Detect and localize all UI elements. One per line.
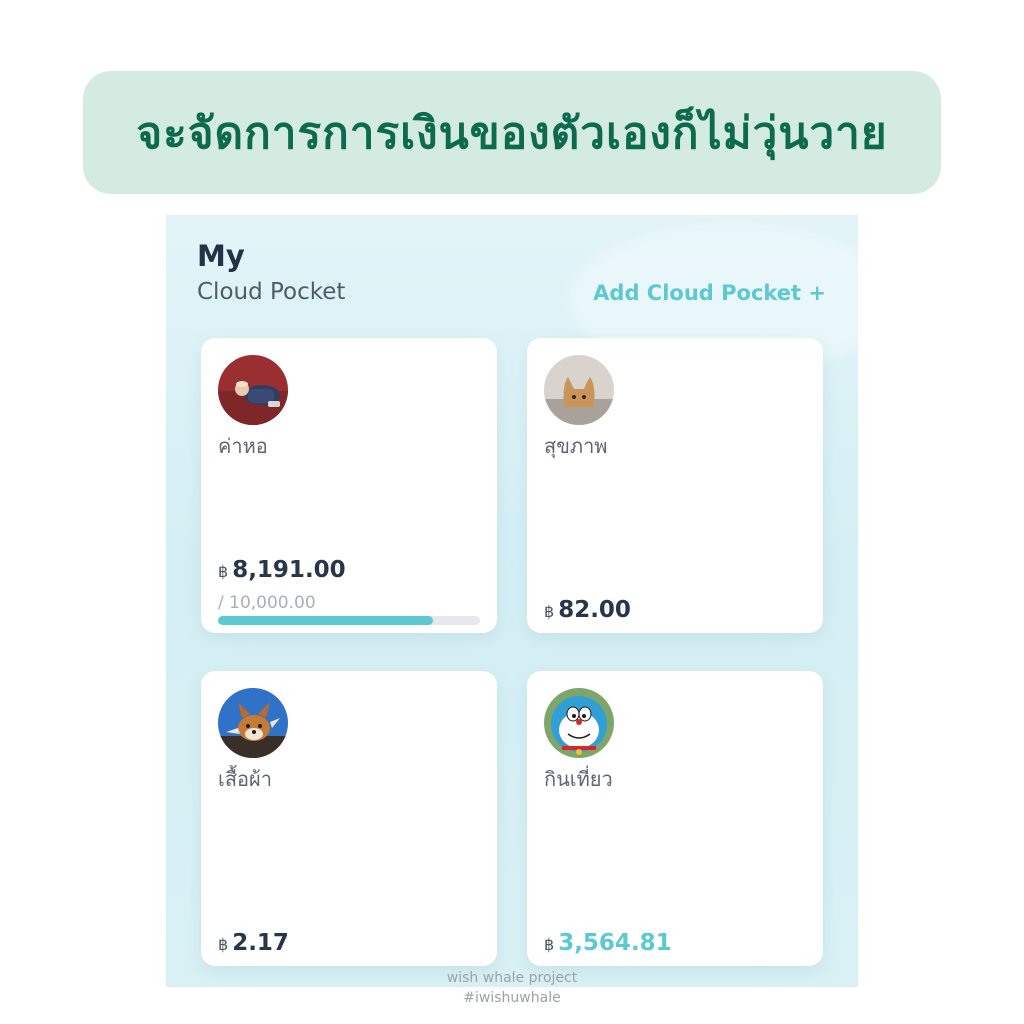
- pocket-name: ค่าหอ: [218, 434, 268, 458]
- pocket-amount-value: 3,564.81: [558, 930, 672, 956]
- pocket-avatar-plush: [544, 355, 614, 425]
- pocket-amount: ฿ 2.17: [218, 930, 289, 956]
- currency-symbol: ฿: [218, 935, 229, 954]
- watermark-hashtag: #iwishuwhale: [463, 990, 561, 1006]
- pocket-amount-value: 8,191.00: [232, 557, 346, 583]
- banner-title: จะจัดการการเงินของตัวเองก็ไม่วุ่นวาย: [136, 107, 888, 159]
- pocket-card-clothes[interactable]: เสื้อผ้า ฿ 2.17: [201, 671, 497, 966]
- page-title: My: [197, 239, 245, 273]
- currency-symbol: ฿: [544, 602, 555, 621]
- pocket-avatar-doraemon: [544, 688, 614, 758]
- add-cloud-pocket-button[interactable]: Add Cloud Pocket +: [593, 281, 826, 305]
- page-subtitle: Cloud Pocket: [197, 279, 346, 305]
- pocket-amount: ฿ 3,564.81: [544, 930, 672, 956]
- pocket-card-food-travel[interactable]: กินเที่ยว ฿ 3,564.81: [527, 671, 823, 966]
- pocket-amount-value: 2.17: [232, 930, 289, 956]
- pocket-avatar-dog: [218, 688, 288, 758]
- pocket-amount: ฿ 82.00: [544, 597, 631, 623]
- pocket-name: เสื้อผ้า: [218, 767, 273, 791]
- pocket-card-health[interactable]: สุขภาพ ฿ 82.00: [527, 338, 823, 633]
- pocket-amount-value: 82.00: [558, 597, 631, 623]
- pocket-card-dorm[interactable]: ค่าหอ ฿ 8,191.00 / 10,000.00: [201, 338, 497, 633]
- pocket-amount: ฿ 8,191.00: [218, 557, 346, 583]
- pocket-name: กินเที่ยว: [544, 767, 613, 791]
- watermark-project: wish whale project: [446, 970, 578, 986]
- currency-symbol: ฿: [218, 562, 229, 581]
- pocket-avatar-person: [218, 355, 288, 425]
- currency-symbol: ฿: [544, 935, 555, 954]
- pocket-goal: / 10,000.00: [218, 593, 316, 613]
- pocket-progress-bar: [218, 616, 480, 625]
- cloud-pocket-screen: My Cloud Pocket Add Cloud Pocket + ค่าหอ…: [166, 215, 858, 987]
- pocket-progress-fill: [218, 616, 433, 625]
- title-banner: จะจัดการการเงินของตัวเองก็ไม่วุ่นวาย: [83, 71, 941, 194]
- pocket-name: สุขภาพ: [544, 434, 608, 458]
